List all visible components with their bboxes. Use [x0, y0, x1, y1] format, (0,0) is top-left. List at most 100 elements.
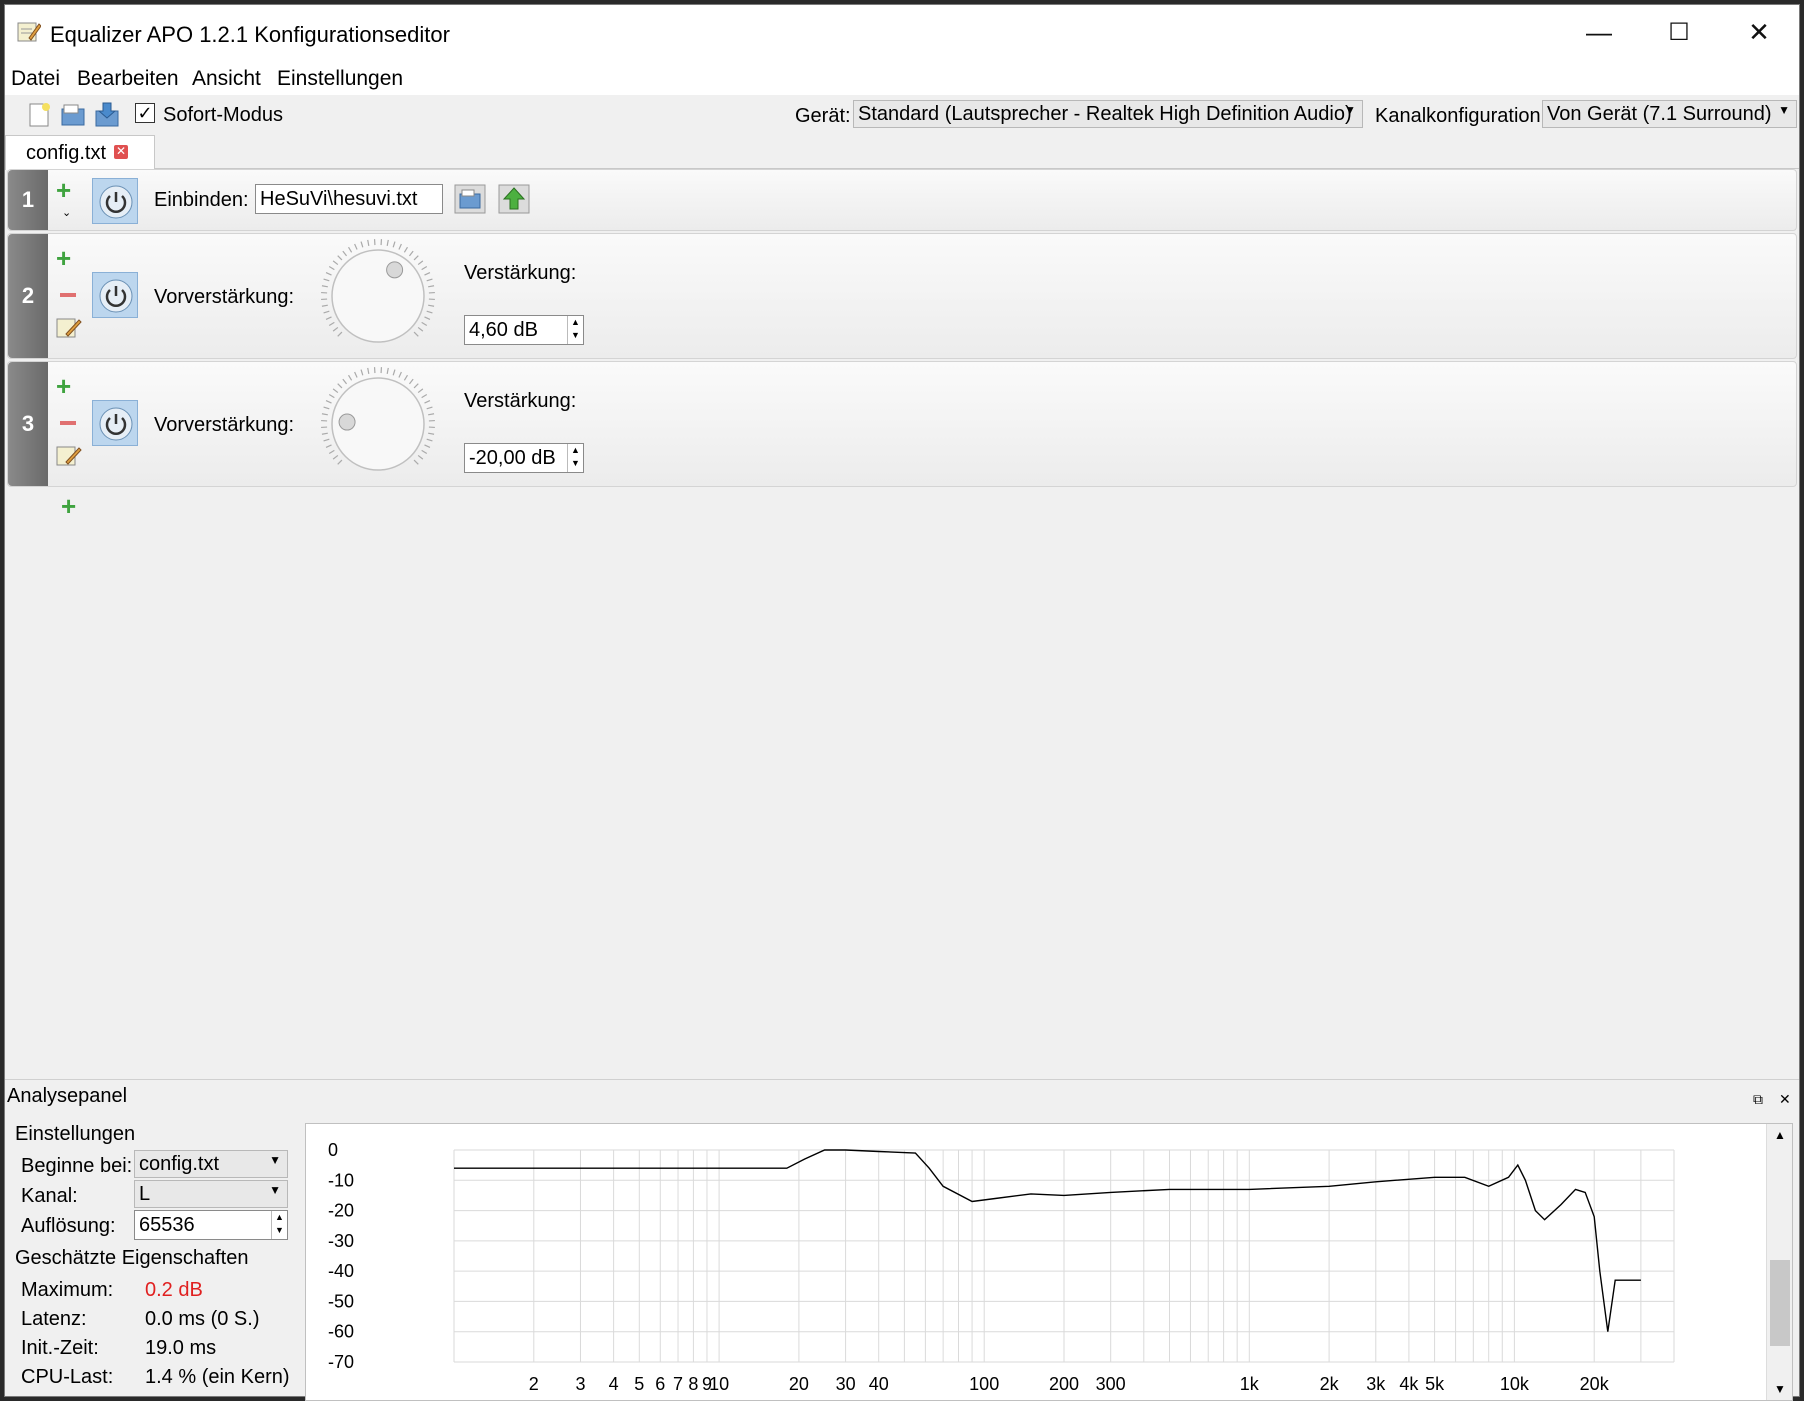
x-tick-label: 5k [1425, 1374, 1445, 1394]
gain-knob[interactable] [320, 366, 436, 482]
tab-close-icon[interactable]: ✕ [114, 145, 128, 159]
channel-select[interactable]: L ▼ [134, 1180, 288, 1208]
remove-icon[interactable] [60, 421, 76, 425]
save-file-icon[interactable] [93, 101, 121, 129]
edit-icon[interactable] [56, 444, 82, 468]
instant-mode-checkbox[interactable]: ✓ [135, 103, 155, 123]
estimated-group-title: Geschätzte Eigenschaften [15, 1247, 249, 1269]
add-icon[interactable]: + [56, 177, 71, 203]
up-arrow-icon[interactable] [498, 184, 530, 214]
channel-config-select[interactable]: Von Gerät (7.1 Surround) ▼ [1542, 100, 1797, 128]
vertical-scrollbar[interactable]: ▲ ▼ [1766, 1124, 1792, 1400]
add-icon[interactable]: + [56, 245, 71, 271]
add-icon[interactable]: + [56, 373, 71, 399]
knob-tick [328, 321, 335, 327]
knob-tick [421, 393, 428, 399]
y-tick-label: -40 [328, 1261, 354, 1281]
menu-bar: Datei Bearbeiten Ansicht Einstellungen [5, 59, 1799, 95]
scroll-down-icon[interactable]: ▼ [1774, 1382, 1786, 1396]
y-tick-label: -70 [328, 1352, 354, 1372]
instant-mode-label: Sofort-Modus [163, 104, 284, 126]
cpu-value: 1.4 % (ein Kern) [145, 1366, 290, 1388]
new-file-icon[interactable] [25, 101, 53, 129]
knob-tick [428, 432, 435, 435]
knob-tick [342, 250, 348, 257]
knob-tick [323, 278, 330, 282]
menu-datei[interactable]: Datei [11, 67, 60, 91]
scrollbar-thumb[interactable] [1770, 1260, 1790, 1346]
spin-arrows-icon[interactable]: ▲ ▼ [567, 316, 583, 344]
menu-bearbeiten[interactable]: Bearbeiten [77, 67, 179, 91]
x-tick-label: 4k [1399, 1374, 1419, 1394]
float-panel-icon[interactable]: ⧉ [1753, 1091, 1763, 1108]
latency-label: Latenz: [21, 1308, 87, 1330]
knob-tick [323, 406, 330, 410]
power-toggle-button[interactable] [92, 272, 138, 318]
open-file-icon[interactable] [59, 101, 87, 129]
y-tick-label: -10 [328, 1170, 354, 1190]
knob-tick [403, 374, 409, 381]
menu-einstellungen[interactable]: Einstellungen [277, 67, 403, 91]
x-tick-label: 6 [655, 1374, 665, 1394]
y-tick-label: -20 [328, 1201, 354, 1221]
knob-tick [328, 265, 335, 271]
power-toggle-button[interactable] [92, 178, 138, 224]
knob-tick [417, 388, 424, 394]
menu-ansicht[interactable]: Ansicht [192, 67, 261, 91]
knob-tick [325, 316, 332, 320]
knob-tick [386, 239, 389, 246]
knob-tick [392, 369, 396, 376]
include-path-field[interactable]: HeSuVi\hesuvi.txt [255, 184, 443, 214]
power-toggle-button[interactable] [92, 400, 138, 446]
knob-tick [321, 304, 328, 307]
max-value: 0.2 dB [145, 1279, 203, 1301]
frequency-response-graph[interactable]: 0 -10 -20 -30 -40 -50 -60 -70 2 3 4 5 6 7 8 9 10 20 30 40 10… [305, 1123, 1793, 1401]
x-tick-label: 2 [529, 1374, 539, 1394]
spin-arrows-icon[interactable]: ▲ ▼ [567, 444, 583, 472]
gain-knob[interactable] [320, 238, 436, 354]
x-tick-label: 4 [609, 1374, 619, 1394]
filter-row-2: 2 + Vorverstärkung: Verstärkung: 4,60 dB… [7, 233, 1797, 359]
gain-spinbox[interactable]: 4,60 dB ▲ ▼ [464, 315, 584, 345]
y-tick-label: -50 [328, 1291, 354, 1311]
tab-label: config.txt [26, 142, 107, 164]
device-select[interactable]: Standard (Lautsprecher - Realtek High De… [853, 100, 1363, 128]
knob-tick [413, 255, 419, 261]
knob-tick [328, 449, 335, 455]
power-icon [99, 279, 133, 313]
knob-tick [321, 413, 328, 416]
init-time-value: 19.0 ms [145, 1337, 217, 1359]
resolution-spinbox[interactable]: 65536 ▲ ▼ [134, 1210, 288, 1240]
knob-tick [337, 255, 343, 261]
knob-tick [403, 246, 409, 253]
analysis-panel-title: Analysepanel [7, 1085, 128, 1107]
tab-bar: config.txt ✕ [5, 135, 1799, 170]
knob-tick [408, 250, 414, 257]
remove-icon[interactable] [60, 293, 76, 297]
knob-tick [325, 444, 332, 448]
minimize-button[interactable]: — [1559, 5, 1639, 59]
tab-config[interactable]: config.txt ✕ [5, 135, 155, 170]
window-title: Equalizer APO 1.2.1 Konfigurationseditor [50, 22, 450, 47]
gain-label: Verstärkung: [464, 262, 577, 284]
close-button[interactable]: ✕ [1719, 5, 1799, 59]
add-filter-icon[interactable]: + [61, 493, 76, 519]
open-folder-icon[interactable] [454, 184, 486, 214]
knob-tick [328, 393, 335, 399]
expand-icon[interactable]: ⌄ [62, 206, 71, 219]
start-select[interactable]: config.txt ▼ [134, 1150, 288, 1178]
knob-tick [347, 246, 353, 253]
close-panel-icon[interactable]: ✕ [1779, 1091, 1791, 1108]
x-tick-label: 100 [969, 1374, 999, 1394]
edit-icon[interactable] [56, 316, 82, 340]
knob-tick [323, 438, 330, 442]
device-label: Gerät: [795, 105, 851, 127]
spin-arrows-icon[interactable]: ▲ ▼ [271, 1211, 287, 1239]
knob-tick [347, 374, 353, 381]
channel-config-label: Kanalkonfiguration: [1375, 105, 1547, 127]
knob-tick [392, 241, 396, 248]
knob-tick [332, 326, 339, 332]
gain-spinbox[interactable]: -20,00 dB ▲ ▼ [464, 443, 584, 473]
scroll-up-icon[interactable]: ▲ [1774, 1128, 1786, 1142]
maximize-button[interactable]: ☐ [1639, 5, 1719, 59]
